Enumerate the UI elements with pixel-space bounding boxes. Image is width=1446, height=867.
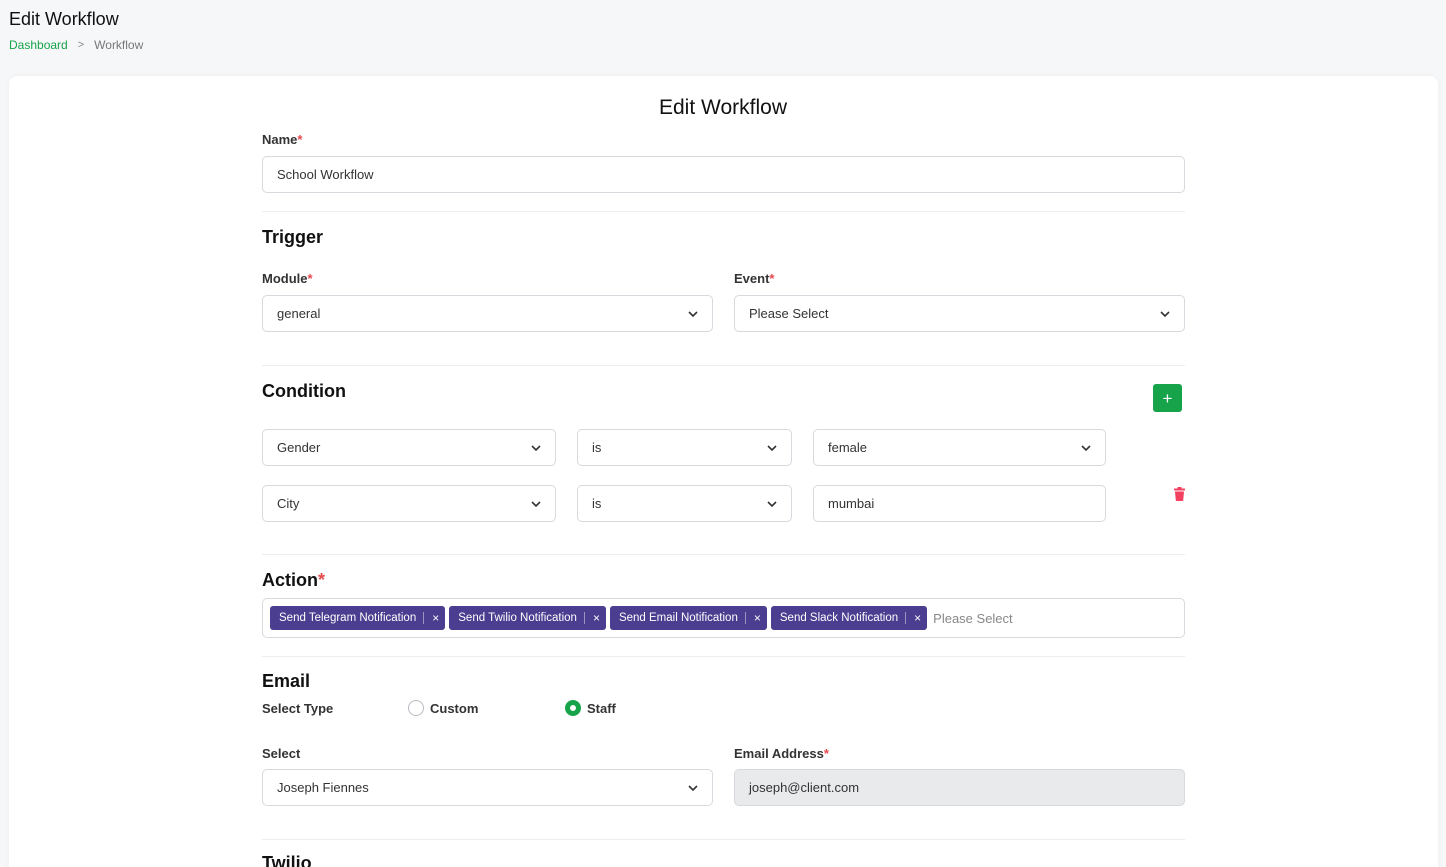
condition-operator-select[interactable]: is	[577, 429, 792, 466]
name-label-text: Name	[262, 132, 298, 147]
module-select[interactable]: general	[262, 295, 713, 332]
radio-custom-label: Custom	[430, 700, 479, 716]
required-marker: *	[297, 132, 303, 147]
name-input[interactable]: School Workflow	[262, 156, 1185, 193]
trash-icon[interactable]	[1173, 487, 1186, 501]
action-multiselect[interactable]: Send Telegram Notification × Send Twilio…	[262, 598, 1185, 638]
action-tag: Send Email Notification ×	[609, 606, 767, 630]
condition-operator-select[interactable]: is	[577, 485, 792, 522]
chevron-down-icon	[688, 784, 698, 791]
radio-staff[interactable]: Staff	[565, 700, 616, 716]
event-select[interactable]: Please Select	[734, 295, 1185, 332]
form-title: Edit Workflow	[659, 96, 787, 119]
chevron-down-icon	[1160, 310, 1170, 317]
action-tag-label: Send Slack Notification	[779, 612, 899, 624]
form-card	[9, 76, 1438, 867]
condition-title: Condition	[262, 381, 346, 401]
required-marker: *	[823, 746, 829, 761]
condition-field-value: Gender	[277, 440, 321, 455]
event-select-value: Please Select	[749, 306, 829, 321]
twilio-title: Twilio	[262, 853, 312, 867]
condition-value-text: mumbai	[828, 496, 875, 511]
name-input-value: School Workflow	[277, 167, 374, 182]
action-tag: Send Slack Notification ×	[770, 606, 928, 630]
staff-select-value: Joseph Fiennes	[277, 780, 369, 795]
close-icon[interactable]: ×	[423, 612, 445, 624]
action-tag-label: Send Twilio Notification	[458, 612, 577, 624]
action-tag-label: Send Telegram Notification	[279, 612, 417, 624]
module-label-text: Module	[262, 271, 308, 286]
module-label: Module*	[262, 271, 313, 286]
divider	[262, 365, 1185, 366]
page-title: Edit Workflow	[9, 9, 119, 29]
chevron-down-icon	[531, 444, 541, 451]
select-label: Select	[262, 746, 301, 761]
divider	[262, 554, 1185, 555]
action-title-text: Action	[262, 570, 318, 590]
condition-field-select[interactable]: Gender	[262, 429, 556, 466]
radio-unchecked-icon	[408, 700, 424, 716]
required-marker: *	[318, 570, 326, 590]
chevron-right-icon: >	[77, 39, 85, 51]
action-search-input[interactable]: Please Select	[933, 611, 1013, 626]
action-tag: Send Telegram Notification ×	[270, 606, 446, 630]
action-title: Action*	[262, 570, 325, 591]
close-icon[interactable]: ×	[744, 612, 767, 624]
name-label: Name*	[262, 132, 302, 147]
trigger-title: Trigger	[262, 227, 324, 247]
add-condition-button[interactable]: +	[1153, 384, 1182, 412]
radio-checked-icon	[565, 700, 581, 716]
condition-value-select[interactable]: female	[813, 429, 1106, 466]
divider	[262, 211, 1185, 212]
divider	[262, 656, 1185, 657]
required-marker: *	[769, 271, 775, 286]
close-icon[interactable]: ×	[905, 612, 927, 624]
staff-select[interactable]: Joseph Fiennes	[262, 769, 713, 806]
chevron-down-icon	[767, 500, 777, 507]
email-address-input[interactable]: joseph@client.com	[734, 769, 1185, 806]
email-address-label: Email Address*	[734, 746, 829, 761]
page-header: Edit Workflow Dashboard > Workflow	[9, 8, 143, 52]
chevron-down-icon	[1081, 444, 1091, 451]
module-select-value: general	[277, 306, 321, 321]
close-icon[interactable]: ×	[583, 612, 606, 624]
email-address-label-text: Email Address	[734, 746, 824, 761]
condition-value-text: female	[828, 440, 868, 455]
radio-staff-label: Staff	[587, 700, 616, 716]
breadcrumb: Dashboard > Workflow	[9, 38, 143, 52]
action-tag: Send Twilio Notification ×	[449, 606, 606, 630]
radio-custom[interactable]: Custom	[408, 700, 478, 716]
select-type-label: Select Type	[262, 701, 334, 716]
condition-operator-value: is	[592, 440, 602, 455]
event-label: Event*	[734, 271, 774, 286]
chevron-down-icon	[688, 310, 698, 317]
action-tag-label: Send Email Notification	[618, 612, 738, 624]
email-title: Email	[262, 671, 311, 691]
divider	[262, 839, 1185, 840]
chevron-down-icon	[531, 500, 541, 507]
condition-field-value: City	[277, 496, 300, 511]
email-address-value: joseph@client.com	[749, 780, 860, 795]
condition-operator-value: is	[592, 496, 602, 511]
event-label-text: Event	[734, 271, 770, 286]
required-marker: *	[307, 271, 313, 286]
breadcrumb-current: Workflow	[94, 38, 144, 52]
chevron-down-icon	[767, 444, 777, 451]
breadcrumb-dashboard-link[interactable]: Dashboard	[9, 38, 68, 52]
condition-value-input[interactable]: mumbai	[813, 485, 1106, 522]
condition-field-select[interactable]: City	[262, 485, 556, 522]
